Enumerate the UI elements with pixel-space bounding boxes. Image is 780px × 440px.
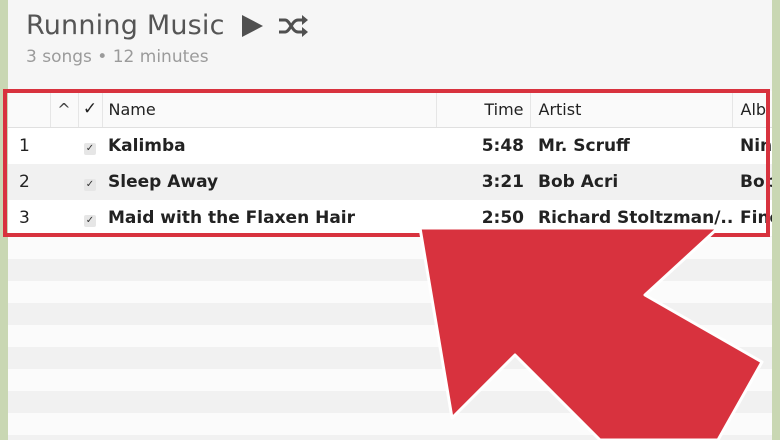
track-name: Sleep Away (102, 164, 436, 200)
shuffle-icon[interactable] (277, 13, 309, 39)
track-number: 1 (8, 127, 50, 164)
track-name: Maid with the Flaxen Hair (102, 200, 436, 236)
track-time: 5:48 (436, 127, 530, 164)
track-list: ^ ✓ Name Time Artist Alb 1 ✓ Kalimba 5:4… (8, 91, 772, 236)
track-album: Nin (732, 127, 772, 164)
column-header-artist[interactable]: Artist (530, 91, 733, 128)
track-row[interactable]: 2 ✓ Sleep Away 3:21 Bob Acri Bob (8, 164, 772, 200)
track-name: Kalimba (102, 127, 436, 164)
track-time: 3:21 (436, 164, 530, 200)
itunes-window: Running Music 3 songs • 12 minutes ^ ✓ N… (8, 0, 772, 440)
track-checkbox[interactable]: ✓ (84, 143, 96, 155)
empty-rows-area (8, 237, 772, 440)
column-header-checked[interactable]: ✓ (78, 91, 103, 128)
playlist-header: Running Music 3 songs • 12 minutes (26, 10, 309, 67)
track-row[interactable]: 3 ✓ Maid with the Flaxen Hair 2:50 Richa… (8, 200, 772, 236)
track-album: Bob (732, 164, 772, 200)
column-header-album[interactable]: Alb (732, 91, 772, 128)
track-number: 2 (8, 164, 50, 200)
playlist-title: Running Music (26, 10, 225, 41)
column-header-name[interactable]: Name (102, 91, 437, 128)
sort-indicator-icon[interactable]: ^ (50, 91, 79, 128)
track-artist: Mr. Scruff (530, 127, 732, 164)
column-header-time[interactable]: Time (436, 91, 531, 128)
track-number: 3 (8, 200, 50, 236)
track-time: 2:50 (436, 200, 530, 236)
playlist-summary: 3 songs • 12 minutes (26, 47, 209, 67)
track-checkbox[interactable]: ✓ (84, 215, 96, 227)
track-checkbox[interactable]: ✓ (84, 179, 96, 191)
track-album: Fine (732, 200, 772, 236)
column-header-number[interactable] (8, 91, 51, 128)
track-row[interactable]: 1 ✓ Kalimba 5:48 Mr. Scruff Nin (8, 127, 772, 164)
track-artist: Bob Acri (530, 164, 732, 200)
play-icon[interactable] (239, 13, 265, 39)
title-row: Running Music (26, 10, 309, 41)
column-header-row: ^ ✓ Name Time Artist Alb (8, 91, 772, 128)
track-artist: Richard Stoltzman/... (530, 200, 732, 236)
